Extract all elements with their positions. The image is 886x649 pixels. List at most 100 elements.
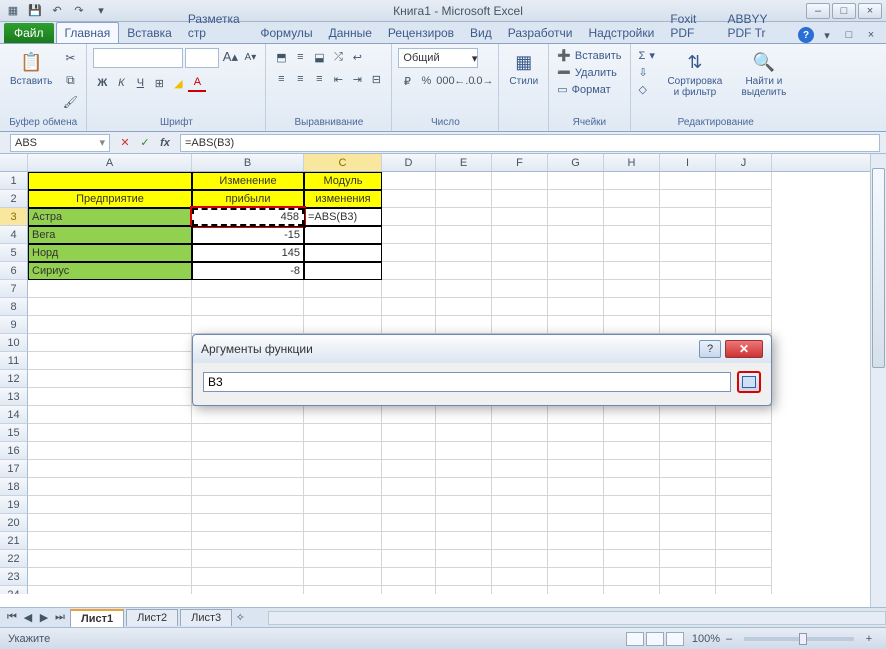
cell-C20[interactable] xyxy=(304,514,382,532)
cell-B20[interactable] xyxy=(192,514,304,532)
align-right-icon[interactable]: ≡ xyxy=(310,70,328,88)
cell-I23[interactable] xyxy=(660,568,716,586)
cell-E15[interactable] xyxy=(436,424,492,442)
cell-E1[interactable] xyxy=(436,172,492,190)
row-header-5[interactable]: 5 xyxy=(0,244,28,262)
row-header-21[interactable]: 21 xyxy=(0,532,28,550)
cell-A23[interactable] xyxy=(28,568,192,586)
cell-G1[interactable] xyxy=(548,172,604,190)
cell-C24[interactable] xyxy=(304,586,382,594)
autosum-button[interactable]: Σ▾ xyxy=(637,48,657,63)
cell-B6[interactable]: -8 xyxy=(192,262,304,280)
align-bottom-icon[interactable]: ⬓ xyxy=(310,48,328,66)
cell-J17[interactable] xyxy=(716,460,772,478)
cell-C7[interactable] xyxy=(304,280,382,298)
cell-D18[interactable] xyxy=(382,478,436,496)
cell-I20[interactable] xyxy=(660,514,716,532)
cell-A12[interactable] xyxy=(28,370,192,388)
tab-abbyy[interactable]: ABBYY PDF Tr xyxy=(719,9,798,43)
fill-color-icon[interactable]: ◢ xyxy=(169,74,187,92)
cell-A1[interactable] xyxy=(28,172,192,190)
cell-B9[interactable] xyxy=(192,316,304,334)
cell-C4[interactable] xyxy=(304,226,382,244)
cell-J24[interactable] xyxy=(716,586,772,594)
cell-I21[interactable] xyxy=(660,532,716,550)
find-select-button[interactable]: 🔍 Найти и выделить xyxy=(733,48,795,100)
column-header-D[interactable]: D xyxy=(382,154,436,171)
row-header-1[interactable]: 1 xyxy=(0,172,28,190)
cell-A9[interactable] xyxy=(28,316,192,334)
cell-J7[interactable] xyxy=(716,280,772,298)
font-name-input[interactable] xyxy=(93,48,183,68)
styles-button[interactable]: ▦ Стили xyxy=(505,48,542,89)
cell-J20[interactable] xyxy=(716,514,772,532)
cell-I19[interactable] xyxy=(660,496,716,514)
cell-E22[interactable] xyxy=(436,550,492,568)
cell-C2[interactable]: изменения xyxy=(304,190,382,208)
workbook-close-icon[interactable]: × xyxy=(862,27,880,43)
cell-D22[interactable] xyxy=(382,550,436,568)
align-top-icon[interactable]: ⬒ xyxy=(272,48,290,66)
cell-J14[interactable] xyxy=(716,406,772,424)
sheet-tab-3[interactable]: Лист3 xyxy=(180,609,232,626)
row-header-3[interactable]: 3 xyxy=(0,208,28,226)
cell-C22[interactable] xyxy=(304,550,382,568)
cell-J23[interactable] xyxy=(716,568,772,586)
cell-E7[interactable] xyxy=(436,280,492,298)
shrink-font-icon[interactable]: A▾ xyxy=(241,48,259,66)
cancel-formula-icon[interactable]: ✕ xyxy=(116,134,134,152)
column-header-F[interactable]: F xyxy=(492,154,548,171)
clear-button[interactable]: ◇ xyxy=(637,82,657,97)
cell-G8[interactable] xyxy=(548,298,604,316)
cell-D1[interactable] xyxy=(382,172,436,190)
row-header-12[interactable]: 12 xyxy=(0,370,28,388)
row-header-10[interactable]: 10 xyxy=(0,334,28,352)
tab-insert[interactable]: Вставка xyxy=(119,23,180,43)
cell-B16[interactable] xyxy=(192,442,304,460)
cell-F23[interactable] xyxy=(492,568,548,586)
cell-E20[interactable] xyxy=(436,514,492,532)
cell-E6[interactable] xyxy=(436,262,492,280)
cell-G23[interactable] xyxy=(548,568,604,586)
column-header-H[interactable]: H xyxy=(604,154,660,171)
cell-A6[interactable]: Сириус xyxy=(28,262,192,280)
cell-D24[interactable] xyxy=(382,586,436,594)
cell-G17[interactable] xyxy=(548,460,604,478)
help-icon[interactable]: ? xyxy=(798,27,814,43)
page-layout-view-icon[interactable] xyxy=(646,632,664,646)
cell-F17[interactable] xyxy=(492,460,548,478)
cell-A16[interactable] xyxy=(28,442,192,460)
cell-D17[interactable] xyxy=(382,460,436,478)
cell-A24[interactable] xyxy=(28,586,192,594)
cell-I4[interactable] xyxy=(660,226,716,244)
cell-E9[interactable] xyxy=(436,316,492,334)
cell-F8[interactable] xyxy=(492,298,548,316)
cell-D3[interactable] xyxy=(382,208,436,226)
number-format-select[interactable]: Общий▾ xyxy=(398,48,478,68)
cell-E24[interactable] xyxy=(436,586,492,594)
dialog-help-button[interactable]: ? xyxy=(699,340,721,358)
cell-A22[interactable] xyxy=(28,550,192,568)
cell-B23[interactable] xyxy=(192,568,304,586)
insert-cells-button[interactable]: ➕Вставить xyxy=(555,48,623,63)
cell-B17[interactable] xyxy=(192,460,304,478)
zoom-out-button[interactable]: – xyxy=(720,630,738,648)
column-header-J[interactable]: J xyxy=(716,154,772,171)
cell-H7[interactable] xyxy=(604,280,660,298)
cell-I24[interactable] xyxy=(660,586,716,594)
cell-I1[interactable] xyxy=(660,172,716,190)
horizontal-scrollbar[interactable] xyxy=(268,611,886,625)
format-painter-icon[interactable]: 🖌 xyxy=(60,92,80,112)
cell-E16[interactable] xyxy=(436,442,492,460)
cell-H19[interactable] xyxy=(604,496,660,514)
cell-J5[interactable] xyxy=(716,244,772,262)
cell-H23[interactable] xyxy=(604,568,660,586)
close-button[interactable]: × xyxy=(858,3,882,19)
cell-J4[interactable] xyxy=(716,226,772,244)
save-icon[interactable]: 💾 xyxy=(26,3,44,19)
cell-H14[interactable] xyxy=(604,406,660,424)
cell-A15[interactable] xyxy=(28,424,192,442)
cell-F15[interactable] xyxy=(492,424,548,442)
cell-E23[interactable] xyxy=(436,568,492,586)
tab-addins[interactable]: Надстройки xyxy=(581,23,663,43)
